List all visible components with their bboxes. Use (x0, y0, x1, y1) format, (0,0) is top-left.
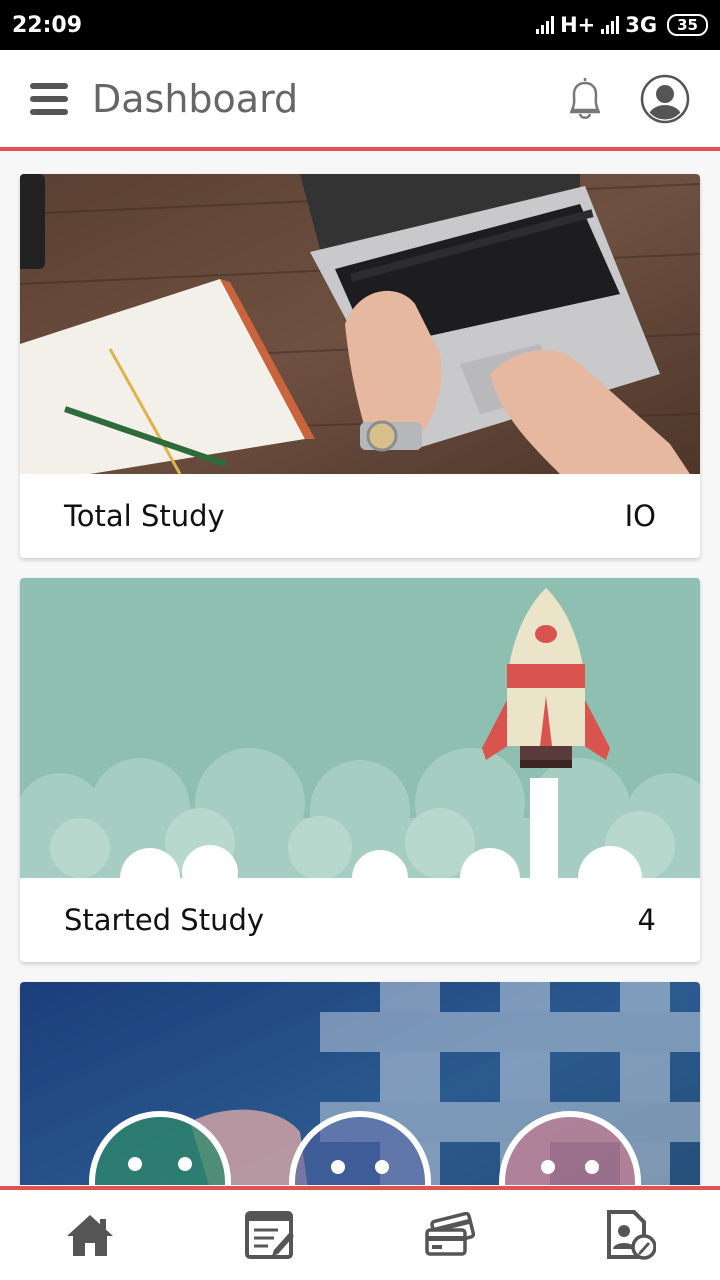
started-study-card[interactable]: Started Study 4 (20, 578, 700, 962)
avatar-icon[interactable] (640, 74, 690, 124)
cards-payment-icon (425, 1212, 476, 1256)
bottom-navigation (0, 1186, 720, 1280)
nav-profile[interactable] (600, 1205, 660, 1265)
laptop-desk-image (20, 174, 700, 474)
card-count: 4 (637, 903, 656, 937)
network-type-2: 3G (625, 13, 658, 37)
status-indicators: H+ 3G 35 (536, 13, 708, 37)
network-type-1: H+ (560, 13, 596, 37)
dashboard-content: Total Study IO Started Study 4 (0, 155, 720, 1185)
card-label: Started Study (64, 903, 265, 937)
total-study-card[interactable]: Total Study IO (20, 174, 700, 558)
status-bar: 22:09 H+ 3G 35 (0, 0, 720, 50)
status-time: 22:09 (12, 12, 83, 38)
battery-level: 35 (677, 16, 698, 34)
nav-notes[interactable] (240, 1205, 300, 1265)
nav-home[interactable] (60, 1205, 120, 1265)
card-count: IO (624, 499, 656, 533)
bell-icon[interactable] (562, 74, 608, 124)
feedback-card[interactable] (20, 982, 700, 1185)
notepad-edit-icon (245, 1211, 294, 1259)
app-header: Dashboard (0, 50, 720, 151)
card-footer: Started Study 4 (20, 878, 700, 962)
battery-icon: 35 (667, 14, 708, 36)
rocket-launch-image (20, 578, 700, 878)
profile-edit-icon (607, 1210, 656, 1260)
menu-icon[interactable] (30, 82, 68, 115)
card-label: Total Study (64, 499, 225, 533)
nav-payments[interactable] (420, 1205, 480, 1265)
feedback-smileys-image (20, 982, 700, 1185)
signal-icon-2 (601, 16, 620, 34)
signal-icon (536, 16, 555, 34)
page-title: Dashboard (92, 76, 299, 121)
card-footer: Total Study IO (20, 474, 700, 558)
home-icon (67, 1215, 113, 1256)
